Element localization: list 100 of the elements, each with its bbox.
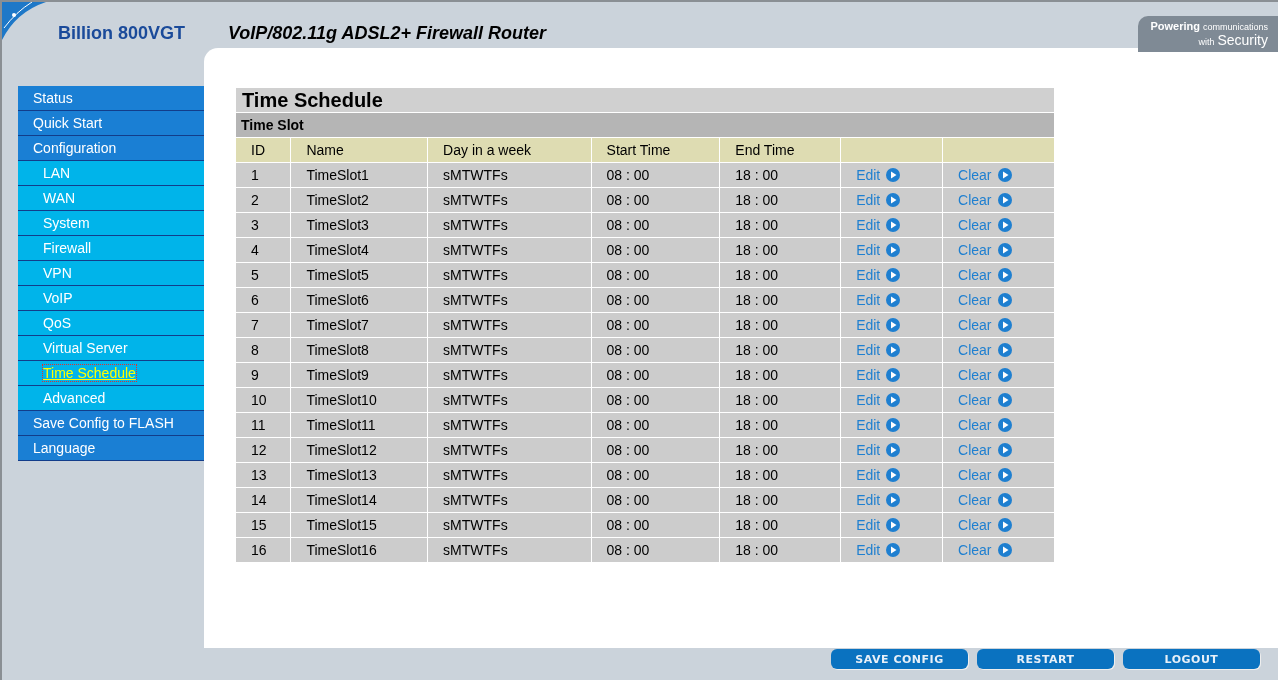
clear-link[interactable]: Clear xyxy=(958,542,1012,558)
sidebar-item[interactable]: Firewall xyxy=(18,236,204,261)
sidebar-item[interactable]: WAN xyxy=(18,186,204,211)
table-cell: TimeSlot2 xyxy=(290,187,428,213)
clear-link[interactable]: Clear xyxy=(958,192,1012,208)
sidebar-item[interactable]: VoIP xyxy=(18,286,204,311)
edit-link[interactable]: Edit xyxy=(856,367,901,383)
sidebar-item[interactable]: LAN xyxy=(18,161,204,186)
play-circle-icon xyxy=(997,468,1012,482)
sidebar-item[interactable]: Advanced xyxy=(18,386,204,411)
clear-link[interactable]: Clear xyxy=(958,167,1012,183)
sidebar-item[interactable]: VPN xyxy=(18,261,204,286)
table-cell: sMTWTFs xyxy=(427,362,592,388)
table-cell: sMTWTFs xyxy=(427,437,592,463)
edit-link[interactable]: Edit xyxy=(856,442,901,458)
table-cell: sMTWTFs xyxy=(427,462,592,488)
slogan-text: Powering communications with Security xyxy=(1138,16,1278,53)
sidebar-item[interactable]: Language xyxy=(18,436,204,461)
table-cell: TimeSlot12 xyxy=(290,437,428,463)
table-cell: 16 xyxy=(235,537,291,563)
table-cell: 08 : 00 xyxy=(591,512,720,538)
clear-link[interactable]: Clear xyxy=(958,467,1012,483)
sidebar-item[interactable]: System xyxy=(18,211,204,236)
table-cell: 08 : 00 xyxy=(591,312,720,338)
router-title: VoIP/802.11g ADSL2+ Firewall Router xyxy=(228,23,546,45)
edit-link[interactable]: Edit xyxy=(856,267,901,283)
edit-link[interactable]: Edit xyxy=(856,292,901,308)
clear-link[interactable]: Clear xyxy=(958,367,1012,383)
play-circle-icon xyxy=(997,543,1012,557)
page-title: Time Schedule xyxy=(235,87,1055,113)
table-cell: 18 : 00 xyxy=(719,437,841,463)
play-circle-icon xyxy=(886,493,901,507)
table-cell: sMTWTFs xyxy=(427,162,592,188)
table-cell: TimeSlot5 xyxy=(290,262,428,288)
clear-link[interactable]: Clear xyxy=(958,517,1012,533)
sidebar-item[interactable]: QoS xyxy=(18,311,204,336)
edit-link[interactable]: Edit xyxy=(856,167,901,183)
table-cell: 14 xyxy=(235,487,291,513)
sidebar-item[interactable]: Configuration xyxy=(18,136,204,161)
column-header: Name xyxy=(290,137,428,163)
edit-link[interactable]: Edit xyxy=(856,342,901,358)
table-cell: 08 : 00 xyxy=(591,237,720,263)
clear-link[interactable]: Clear xyxy=(958,242,1012,258)
edit-link[interactable]: Edit xyxy=(856,467,901,483)
table-cell: 08 : 00 xyxy=(591,262,720,288)
edit-link[interactable]: Edit xyxy=(856,217,901,233)
table-cell: 08 : 00 xyxy=(591,487,720,513)
table-cell: TimeSlot11 xyxy=(290,412,428,438)
table-cell: sMTWTFs xyxy=(427,512,592,538)
table-cell: 08 : 00 xyxy=(591,362,720,388)
footer-button[interactable]: SAVE CONFIG xyxy=(831,649,968,669)
table-cell: TimeSlot8 xyxy=(290,337,428,363)
clear-link[interactable]: Clear xyxy=(958,417,1012,433)
clear-link[interactable]: Clear xyxy=(958,217,1012,233)
edit-link[interactable]: Edit xyxy=(856,417,901,433)
edit-link[interactable]: Edit xyxy=(856,492,901,508)
play-circle-icon xyxy=(997,418,1012,432)
table-cell: 08 : 00 xyxy=(591,337,720,363)
table-cell: 6 xyxy=(235,287,291,313)
sidebar-item[interactable]: Save Config to FLASH xyxy=(18,411,204,436)
sidebar-item[interactable]: Time Schedule xyxy=(18,361,204,386)
play-circle-icon xyxy=(997,493,1012,507)
table-cell: 13 xyxy=(235,462,291,488)
play-circle-icon xyxy=(886,443,901,457)
sidebar-item[interactable]: Virtual Server xyxy=(18,336,204,361)
clear-link[interactable]: Clear xyxy=(958,342,1012,358)
table-cell: 18 : 00 xyxy=(719,187,841,213)
clear-link[interactable]: Clear xyxy=(958,492,1012,508)
play-circle-icon xyxy=(886,268,901,282)
edit-link[interactable]: Edit xyxy=(856,242,901,258)
play-circle-icon xyxy=(997,243,1012,257)
play-circle-icon xyxy=(886,418,901,432)
clear-link[interactable]: Clear xyxy=(958,292,1012,308)
table-cell: 7 xyxy=(235,312,291,338)
table-cell: 18 : 00 xyxy=(719,487,841,513)
edit-link[interactable]: Edit xyxy=(856,392,901,408)
play-circle-icon xyxy=(997,518,1012,532)
edit-link[interactable]: Edit xyxy=(856,542,901,558)
play-circle-icon xyxy=(886,393,901,407)
table-cell: TimeSlot3 xyxy=(290,212,428,238)
play-circle-icon xyxy=(886,518,901,532)
table-cell: TimeSlot9 xyxy=(290,362,428,388)
table-cell: 18 : 00 xyxy=(719,412,841,438)
footer-button[interactable]: LOGOUT xyxy=(1123,649,1260,669)
edit-link[interactable]: Edit xyxy=(856,317,901,333)
edit-link[interactable]: Edit xyxy=(856,517,901,533)
sidebar-item[interactable]: Status xyxy=(18,86,204,111)
clear-link[interactable]: Clear xyxy=(958,392,1012,408)
table-cell: TimeSlot1 xyxy=(290,162,428,188)
table-cell: 1 xyxy=(235,162,291,188)
clear-link[interactable]: Clear xyxy=(958,442,1012,458)
sidebar-item[interactable]: Quick Start xyxy=(18,111,204,136)
clear-link[interactable]: Clear xyxy=(958,267,1012,283)
table-cell: 18 : 00 xyxy=(719,512,841,538)
column-header: End Time xyxy=(719,137,841,163)
edit-link[interactable]: Edit xyxy=(856,192,901,208)
play-circle-icon xyxy=(886,168,901,182)
clear-link[interactable]: Clear xyxy=(958,317,1012,333)
table-cell: 08 : 00 xyxy=(591,437,720,463)
footer-button[interactable]: RESTART xyxy=(977,649,1114,669)
